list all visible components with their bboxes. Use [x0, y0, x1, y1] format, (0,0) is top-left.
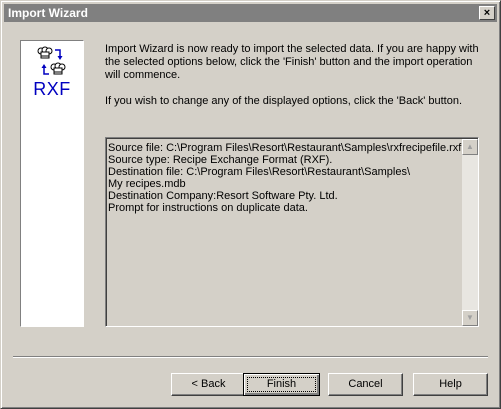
help-button[interactable]: Help — [413, 373, 488, 396]
import-wizard-window: Import Wizard × RXF Import Wizard is now… — [0, 0, 501, 409]
intro-text: Import Wizard is now ready to import the… — [105, 43, 485, 121]
chef-hats-exchange-icon — [37, 46, 66, 75]
window-title: Import Wizard — [8, 6, 88, 20]
rxf-logo-text: RXF — [33, 79, 71, 99]
summary-line-source-type: Source type: Recipe Exchange Format (RXF… — [108, 154, 333, 166]
cancel-button[interactable]: Cancel — [328, 373, 403, 396]
wizard-logo-panel: RXF — [20, 40, 84, 327]
back-button[interactable]: < Back — [171, 373, 246, 396]
summary-line-destination-company: Destination Company:Resort Software Pty.… — [108, 190, 338, 202]
button-separator-highlight — [13, 357, 488, 358]
scroll-down-icon: ▼ — [466, 313, 474, 322]
import-summary-text: Source file: C:\Program Files\Resort\Res… — [108, 142, 462, 214]
close-icon: × — [483, 7, 491, 19]
intro-paragraph-ready: Import Wizard is now ready to import the… — [105, 43, 479, 81]
summary-line-duplicate-prompt: Prompt for instructions on duplicate dat… — [108, 202, 308, 214]
summary-line-source-file: Source file: C:\Program Files\Resort\Res… — [108, 142, 462, 154]
scroll-down-button[interactable]: ▼ — [462, 310, 478, 326]
title-bar[interactable]: Import Wizard × — [4, 4, 497, 22]
finish-button[interactable]: Finish — [243, 373, 320, 396]
import-summary-textbox[interactable]: Source file: C:\Program Files\Resort\Res… — [105, 137, 479, 327]
summary-line-destination-file: Destination file: C:\Program Files\Resor… — [108, 166, 411, 178]
scroll-up-button[interactable]: ▲ — [462, 139, 478, 155]
close-button[interactable]: × — [479, 6, 495, 20]
summary-line-destination-filename: My recipes.mdb — [108, 178, 186, 190]
vertical-scrollbar[interactable]: ▲ ▼ — [462, 139, 478, 326]
intro-paragraph-back: If you wish to change any of the display… — [105, 95, 463, 107]
scroll-up-icon: ▲ — [466, 142, 474, 151]
